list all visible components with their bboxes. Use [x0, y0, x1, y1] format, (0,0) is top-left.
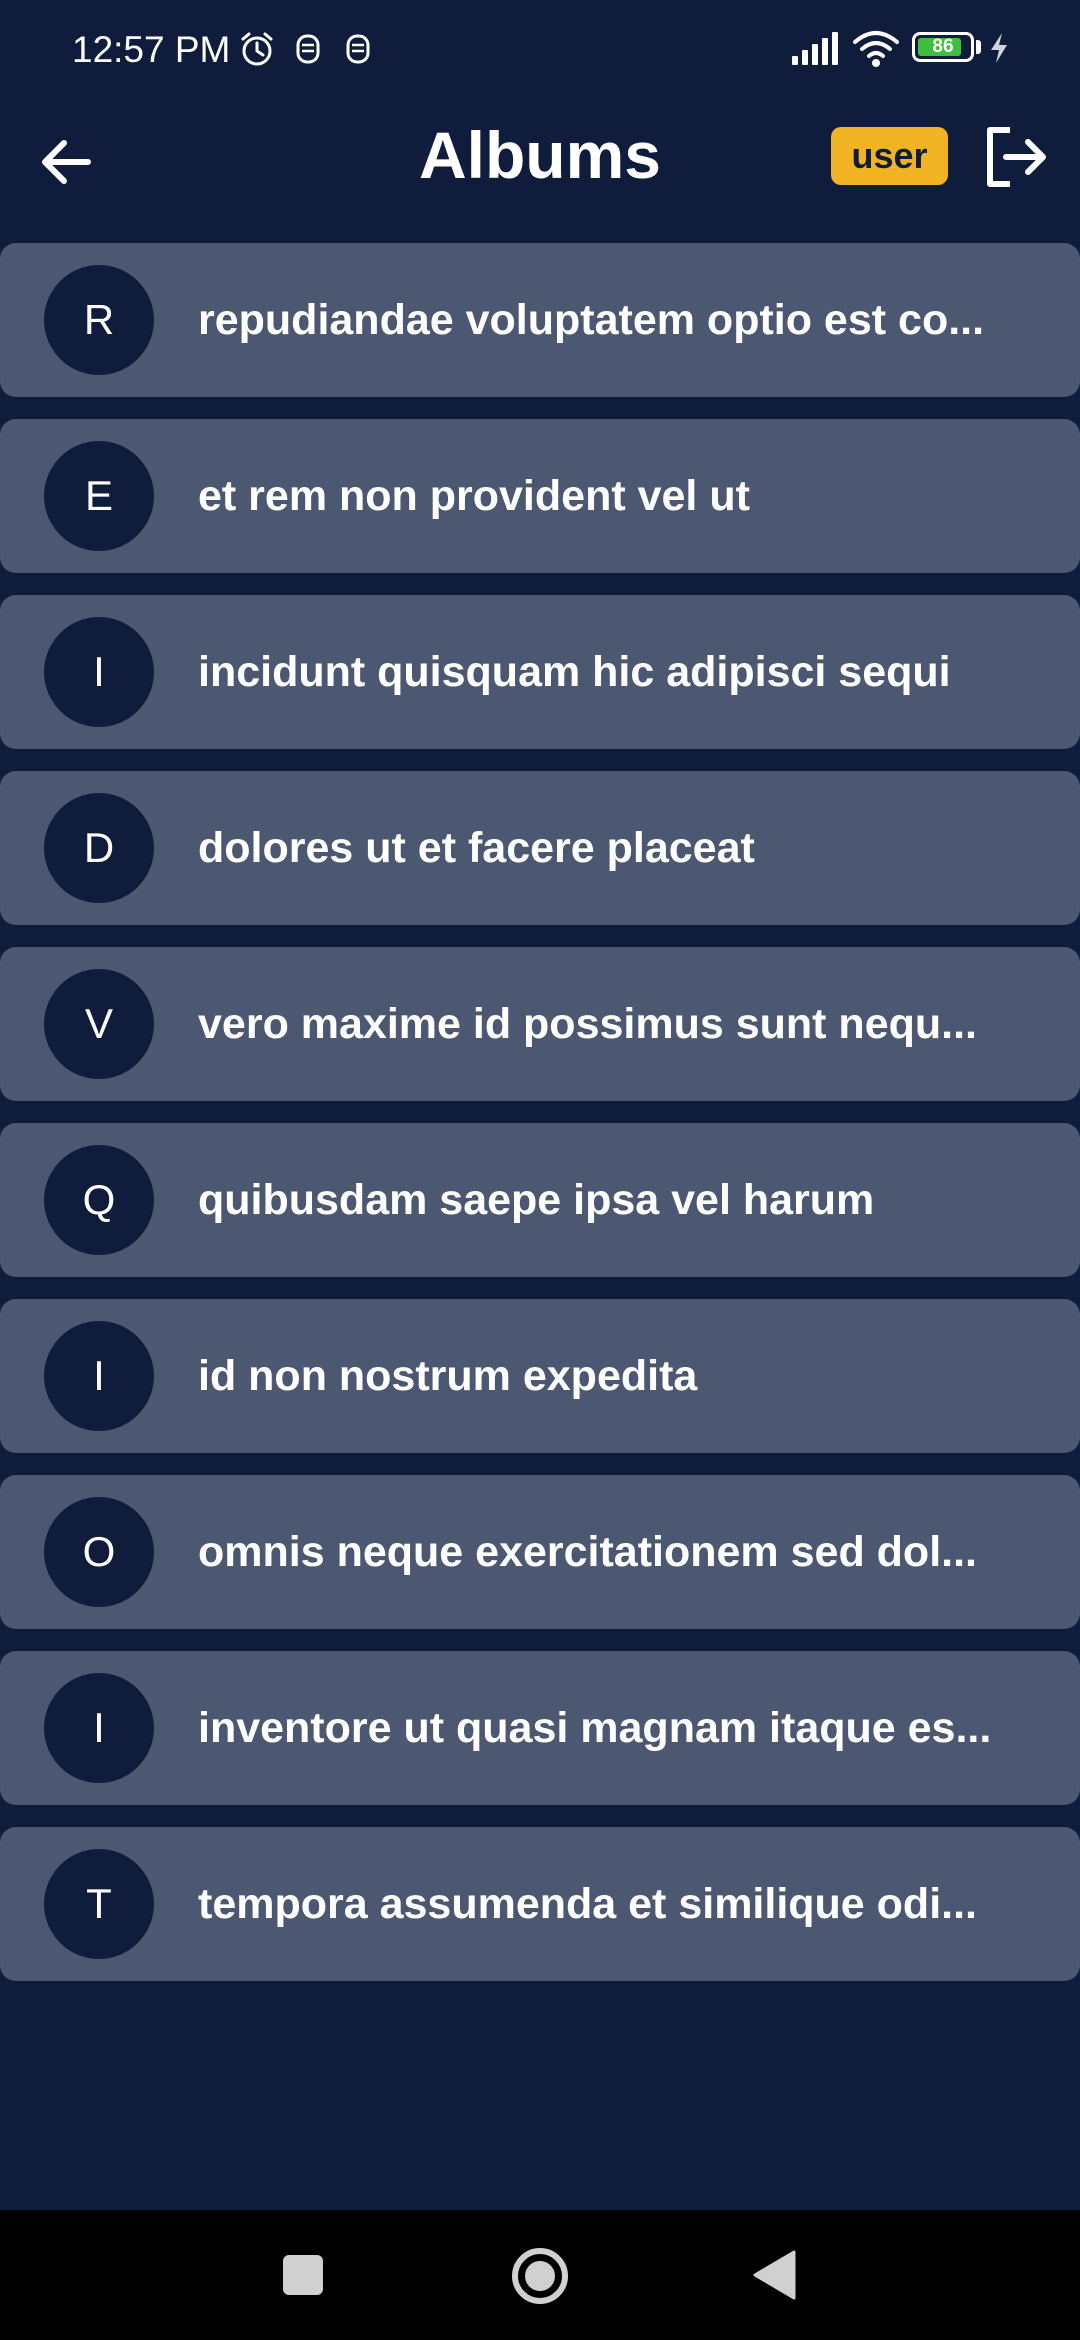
back-button[interactable]	[30, 125, 104, 199]
home-icon	[512, 2248, 568, 2304]
album-avatar: I	[44, 617, 154, 727]
album-item[interactable]: O omnis neque exercitationem sed dol...	[0, 1475, 1080, 1629]
charging-icon	[991, 33, 1007, 63]
album-item[interactable]: Q quibusdam saepe ipsa vel harum	[0, 1123, 1080, 1277]
logout-icon	[987, 127, 1046, 187]
album-item[interactable]: I incidunt quisquam hic adipisci sequi	[0, 595, 1080, 749]
album-title: repudiandae voluptatem optio est co...	[198, 296, 985, 344]
home-button[interactable]	[510, 2246, 570, 2306]
album-title: id non nostrum expedita	[198, 1352, 698, 1400]
logout-button[interactable]	[980, 122, 1050, 192]
album-title: dolores ut et facere placeat	[198, 824, 755, 872]
album-item[interactable]: V vero maxime id possimus sunt nequ...	[0, 947, 1080, 1101]
status-bar: 12:57 PM 86	[0, 0, 1080, 100]
album-title: tempora assumenda et similique odi...	[198, 1880, 977, 1928]
battery-cap	[976, 40, 981, 54]
album-avatar: D	[44, 793, 154, 903]
recents-button[interactable]	[282, 2254, 324, 2296]
album-item[interactable]: D dolores ut et facere placeat	[0, 771, 1080, 925]
album-list: R repudiandae voluptatem optio est co...…	[0, 243, 1080, 2003]
app-screen: 12:57 PM 86 Albums user R repudiandae vo…	[0, 0, 1080, 2340]
role-badge: user	[831, 127, 948, 185]
album-title: omnis neque exercitationem sed dol...	[198, 1528, 977, 1576]
notification-icon	[346, 34, 370, 64]
album-avatar: O	[44, 1497, 154, 1607]
album-avatar: R	[44, 265, 154, 375]
album-item[interactable]: E et rem non provident vel ut	[0, 419, 1080, 573]
wifi-icon	[853, 31, 899, 67]
album-item[interactable]: T tempora assumenda et similique odi...	[0, 1827, 1080, 1981]
album-item[interactable]: R repudiandae voluptatem optio est co...	[0, 243, 1080, 397]
nav-back-button[interactable]	[752, 2250, 796, 2300]
signal-icon	[792, 32, 838, 65]
alarm-icon	[241, 32, 273, 66]
recents-icon	[283, 2255, 323, 2295]
album-title: quibusdam saepe ipsa vel harum	[198, 1176, 875, 1224]
album-avatar: T	[44, 1849, 154, 1959]
album-avatar: V	[44, 969, 154, 1079]
album-title: et rem non provident vel ut	[198, 472, 750, 520]
app-header: Albums user	[0, 100, 1080, 240]
notification-icon	[296, 34, 320, 64]
album-avatar: I	[44, 1321, 154, 1431]
arrow-left-icon	[42, 140, 91, 184]
album-title: incidunt quisquam hic adipisci sequi	[198, 648, 951, 696]
back-icon	[753, 2250, 796, 2300]
album-avatar: E	[44, 441, 154, 551]
album-title: inventore ut quasi magnam itaque es...	[198, 1704, 992, 1752]
album-title: vero maxime id possimus sunt nequ...	[198, 1000, 977, 1048]
album-avatar: Q	[44, 1145, 154, 1255]
status-time: 12:57 PM	[72, 29, 231, 70]
battery-icon: 86	[912, 32, 974, 62]
album-item[interactable]: I inventore ut quasi magnam itaque es...	[0, 1651, 1080, 1805]
album-item[interactable]: I id non nostrum expedita	[0, 1299, 1080, 1453]
battery-level: 86	[932, 36, 954, 57]
system-nav-bar	[0, 2210, 1080, 2340]
album-avatar: I	[44, 1673, 154, 1783]
